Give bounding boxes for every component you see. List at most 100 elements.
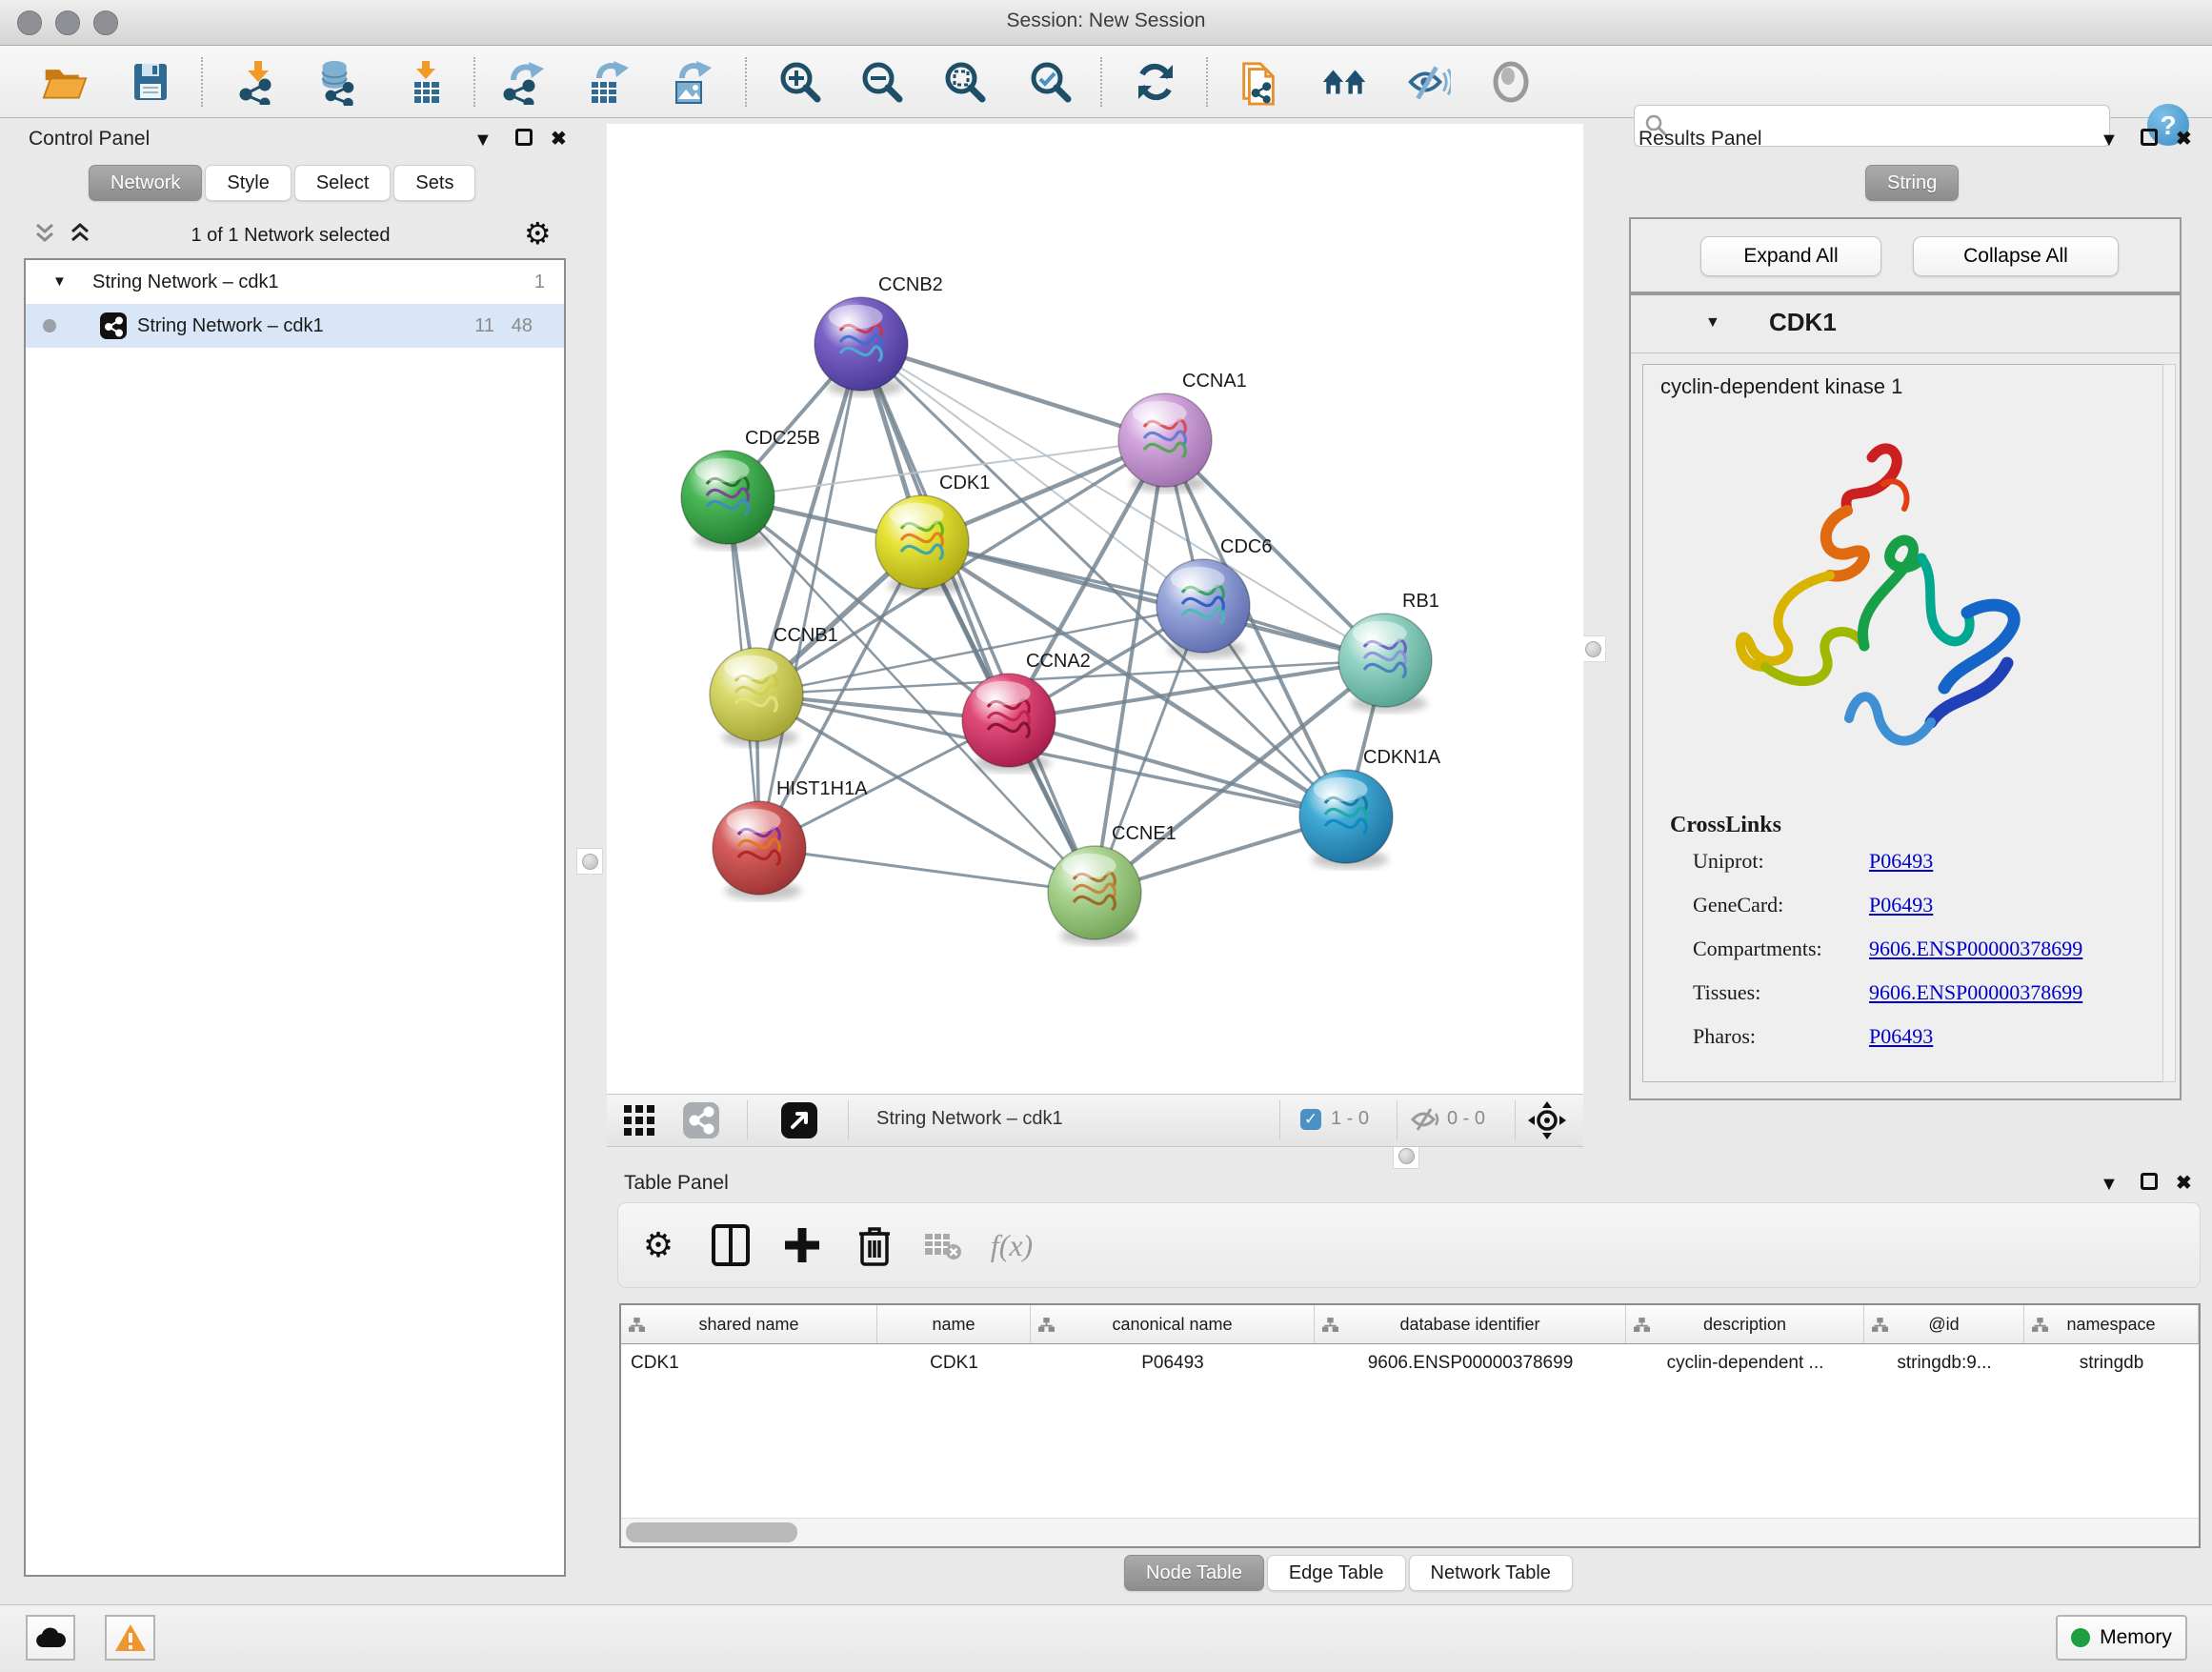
export-network-icon[interactable] [494,54,552,110]
delete-table-icon[interactable] [916,1220,970,1270]
table-cell[interactable]: stringdb:9... [1864,1344,2024,1382]
network-node-cdc6[interactable]: CDC6 [1156,536,1272,658]
table-row[interactable]: CDK1CDK1P064939606.ENSP00000378699cyclin… [621,1344,2199,1382]
network-collection-row[interactable]: ▼ String Network – cdk1 1 [26,260,564,304]
table-settings-gear-icon[interactable]: ⚙ [632,1220,685,1270]
tab-network-table[interactable]: Network Table [1409,1555,1573,1591]
disclosure-triangle-icon[interactable]: ▼ [52,260,67,304]
tab-string[interactable]: String [1865,165,1959,201]
table-header-namespace[interactable]: namespace [2024,1305,2199,1343]
network-edge[interactable] [861,344,1095,893]
network-edge[interactable] [922,542,1385,660]
network-row-selected[interactable]: String Network – cdk1 11 48 [26,304,564,348]
import-network-file-icon[interactable] [230,54,287,110]
memory-button[interactable]: Memory [2056,1615,2187,1661]
network-node-hist1h1a[interactable]: HIST1H1A [713,778,868,900]
close-panel-icon[interactable]: ✖ [2176,127,2192,151]
right-splitter-handle[interactable] [1579,635,1606,662]
memory-label: Memory [2100,1626,2172,1649]
show-columns-icon[interactable] [704,1220,757,1270]
table-horizontal-scrollbar[interactable] [621,1518,2199,1546]
hide-panel-eye-icon[interactable] [1399,54,1457,110]
open-file-icon[interactable] [36,54,93,110]
birds-eye-view-icon[interactable] [781,1102,817,1144]
hidden-eye-slash-icon[interactable] [1410,1106,1440,1138]
share-document-icon[interactable] [1231,54,1288,110]
float-panel-icon[interactable] [515,129,533,146]
attribute-table: shared namenamecanonical namedatabase id… [619,1303,2201,1548]
table-toolbar: ⚙ f(x) [617,1202,2201,1288]
collapse-panel-icon[interactable]: ▼ [473,130,493,151]
export-table-icon[interactable] [578,54,635,110]
close-panel-icon[interactable]: ✖ [551,127,567,151]
table-header-description[interactable]: description [1626,1305,1864,1343]
scrollbar-thumb[interactable] [626,1522,797,1542]
tab-edge-table[interactable]: Edge Table [1267,1555,1406,1591]
grid-view-icon[interactable] [623,1104,655,1142]
collapse-panel-icon[interactable]: ▼ [2100,130,2119,151]
cloud-icon[interactable] [26,1615,75,1661]
refresh-icon[interactable] [1127,54,1184,110]
function-builder-fx-icon[interactable]: f(x) [985,1220,1038,1270]
node-label: CCNE1 [1112,823,1176,844]
disclosure-triangle-icon[interactable]: ▼ [1705,314,1720,332]
tab-node-table[interactable]: Node Table [1124,1555,1264,1591]
float-panel-icon[interactable] [2141,1173,2158,1190]
network-share-view-icon[interactable] [683,1102,719,1144]
tab-style[interactable]: Style [205,165,291,201]
tab-sets[interactable]: Sets [393,165,475,201]
table-cell[interactable]: 9606.ENSP00000378699 [1315,1344,1626,1382]
table-cell[interactable]: CDK1 [621,1344,877,1382]
network-node-rb1[interactable]: RB1 [1338,591,1439,713]
results-scrollbar[interactable] [2162,364,2176,1082]
left-splitter-handle[interactable] [576,848,603,875]
table-header-canonical-name[interactable]: canonical name [1031,1305,1315,1343]
crosslink-link[interactable]: 9606.ENSP00000378699 [1869,937,2082,960]
collapse-panel-icon[interactable]: ▼ [2100,1174,2119,1196]
crosslink-link[interactable]: 9606.ENSP00000378699 [1869,980,2082,1004]
crosslink-link[interactable]: P06493 [1869,1024,1933,1048]
tab-select[interactable]: Select [294,165,392,201]
zoom-in-icon[interactable] [772,54,829,110]
network-edge[interactable] [759,344,861,848]
import-table-file-icon[interactable] [397,54,454,110]
import-network-database-icon[interactable] [309,54,366,110]
zoom-selected-icon[interactable] [1022,54,1079,110]
network-options-gear-icon[interactable]: ⚙ [524,215,552,252]
network-edge[interactable] [861,344,1165,440]
network-node-ccnb2[interactable]: CCNB2 [814,274,943,396]
home-icon[interactable] [1316,54,1373,110]
table-header-database-identifier[interactable]: database identifier [1315,1305,1626,1343]
show-panel-eye-icon[interactable] [1482,54,1539,110]
table-header-shared-name[interactable]: shared name [621,1305,877,1343]
export-image-icon[interactable] [661,54,718,110]
tab-network[interactable]: Network [89,165,202,201]
network-node-ccna1[interactable]: CCNA1 [1118,371,1247,493]
crosslink-link[interactable]: P06493 [1869,849,1933,873]
warning-icon[interactable] [105,1615,155,1661]
collapse-all-button[interactable]: Collapse All [1913,236,2119,276]
table-cell[interactable]: stringdb [2024,1344,2199,1382]
fit-content-crosshair-icon[interactable] [1527,1100,1567,1146]
crosslink-label: GeneCard: [1693,893,1869,917]
add-column-plus-icon[interactable] [775,1220,829,1270]
table-cell[interactable]: P06493 [1031,1344,1315,1382]
close-panel-icon[interactable]: ✖ [2176,1171,2192,1195]
save-session-icon[interactable] [122,54,179,110]
network-node-ccnb1[interactable]: CCNB1 [710,625,838,747]
float-panel-icon[interactable] [2141,129,2158,146]
table-header--id[interactable]: @id [1864,1305,2024,1343]
delete-column-trash-icon[interactable] [848,1220,901,1270]
zoom-out-icon[interactable] [854,54,911,110]
table-cell[interactable]: CDK1 [877,1344,1031,1382]
node-label: CDC25B [745,428,820,449]
zoom-fit-icon[interactable] [936,54,994,110]
crosslink-link[interactable]: P06493 [1869,893,1933,917]
selected-checkbox-icon[interactable]: ✓ [1300,1109,1321,1130]
network-canvas[interactable]: CCNB2CCNA1CDC25BCDK1CDC6RB1CCNB1CCNA2CDK… [607,124,1583,1094]
protein-card-header[interactable]: ▼ CDK1 [1631,295,2180,353]
expand-all-button[interactable]: Expand All [1700,236,1881,276]
table-header-name[interactable]: name [877,1305,1031,1343]
network-edge[interactable] [759,848,1095,893]
table-cell[interactable]: cyclin-dependent ... [1626,1344,1864,1382]
